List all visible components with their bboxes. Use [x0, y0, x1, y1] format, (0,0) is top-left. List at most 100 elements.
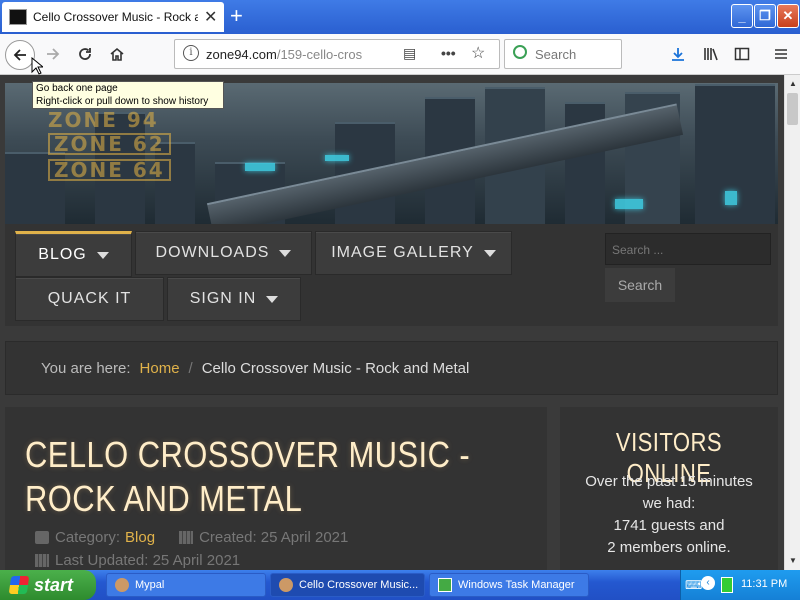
- search-input[interactable]: Search: [504, 39, 622, 69]
- taskbar-item-label: Cello Crossover Music...: [299, 579, 419, 591]
- taskbar-item-mypal[interactable]: Mypal: [106, 573, 266, 597]
- folder-icon: [35, 531, 49, 544]
- chevron-down-icon: [483, 249, 496, 257]
- home-button[interactable]: [103, 40, 131, 68]
- page-content: ZONE 94 ZONE 62 ZONE 64 BLOG DOWNLOADS I…: [0, 75, 784, 570]
- mypal-icon: [279, 578, 293, 592]
- library-button[interactable]: [697, 40, 725, 68]
- title-bar: Cello Crossover Music - Rock and M ✕ + _…: [0, 0, 800, 34]
- hamburger-menu-icon: [775, 49, 787, 59]
- visitors-line-3: 1741 guests and: [613, 517, 725, 534]
- back-arrow-icon: [13, 49, 26, 61]
- clock: 11:31 PM: [741, 578, 788, 590]
- site-search-input[interactable]: Search ...: [605, 233, 771, 265]
- site-info-icon[interactable]: i: [183, 45, 199, 61]
- site-search-button[interactable]: Search: [605, 268, 675, 302]
- back-button-tooltip: Go back one page Right-click or pull dow…: [32, 81, 224, 109]
- site-favicon-icon: [9, 9, 27, 25]
- menu-downloads[interactable]: DOWNLOADS: [135, 231, 312, 275]
- breadcrumb-prefix: You are here:: [41, 359, 131, 377]
- updated-date: Last Updated: 25 April 2021: [55, 552, 241, 569]
- maximize-button[interactable]: ❐: [754, 4, 776, 28]
- forward-button[interactable]: [39, 40, 67, 68]
- menu-sign-in-label: SIGN IN: [189, 290, 257, 307]
- chevron-down-icon: [266, 295, 279, 303]
- taskbar-item-task-manager[interactable]: Windows Task Manager: [429, 573, 589, 597]
- windows-logo-icon: [8, 576, 30, 594]
- main-menu: BLOG DOWNLOADS IMAGE GALLERY QUACK IT SI…: [5, 224, 778, 326]
- browser-tab[interactable]: Cello Crossover Music - Rock and M ✕: [2, 2, 224, 32]
- page-actions-icon[interactable]: •••: [441, 45, 456, 61]
- keyboard-icon[interactable]: ⌨: [685, 578, 702, 592]
- task-manager-tray-icon[interactable]: [721, 577, 733, 593]
- mouse-cursor-icon: [31, 57, 43, 75]
- search-placeholder: Search: [535, 47, 577, 62]
- article-updated: Last Updated: 25 April 2021: [35, 552, 240, 569]
- download-icon: [672, 48, 684, 61]
- calendar-icon: [179, 531, 194, 544]
- visitors-online-module: VISITORS ONLINE Over the past 15 minutes…: [560, 407, 778, 570]
- close-window-button[interactable]: ✕: [777, 4, 799, 28]
- tab-title: Cello Crossover Music - Rock and M: [33, 10, 198, 24]
- menu-image-gallery-label: IMAGE GALLERY: [331, 244, 474, 261]
- start-button[interactable]: start: [0, 570, 96, 600]
- search-icon: [513, 45, 527, 59]
- category-link[interactable]: Blog: [125, 529, 155, 546]
- article-category: Category: Blog Created: 25 April 2021: [35, 529, 348, 546]
- calendar-icon: [35, 554, 49, 567]
- chevron-down-icon: [279, 249, 292, 257]
- breadcrumb-home-link[interactable]: Home: [140, 360, 180, 377]
- breadcrumb-current: Cello Crossover Music - Rock and Metal: [201, 359, 470, 377]
- menu-button[interactable]: [767, 40, 795, 68]
- breadcrumb-separator: /: [188, 359, 193, 377]
- chevron-left-icon[interactable]: ‹: [701, 576, 715, 590]
- visitors-line-2: we had:: [642, 495, 696, 512]
- start-label: start: [34, 574, 74, 595]
- scroll-down-icon[interactable]: ▼: [786, 554, 800, 568]
- menu-downloads-label: DOWNLOADS: [155, 244, 270, 261]
- new-tab-button[interactable]: +: [230, 5, 243, 27]
- reload-icon: [79, 48, 91, 60]
- reader-view-icon[interactable]: ▤: [403, 45, 416, 62]
- visitors-line-1: Over the past 15 minutes: [585, 473, 753, 490]
- url-bar[interactable]: i zone94.com/159-cello-cros ▤ ••• ☆: [174, 39, 500, 69]
- home-icon: [110, 47, 124, 61]
- menu-quack-it-label: QUACK IT: [47, 290, 132, 307]
- chevron-down-icon: [96, 251, 109, 259]
- menu-blog-label: BLOG: [38, 246, 87, 263]
- site-logo[interactable]: ZONE 94 ZONE 62 ZONE 64: [48, 110, 171, 181]
- tooltip-line-1: Go back one page: [36, 83, 118, 94]
- library-icon: [704, 48, 718, 61]
- menu-image-gallery[interactable]: IMAGE GALLERY: [315, 231, 512, 275]
- menu-quack-it[interactable]: QUACK IT: [15, 277, 164, 321]
- taskbar-item-label: Windows Task Manager: [458, 579, 575, 591]
- tooltip-line-2: Right-click or pull down to show history: [36, 96, 209, 107]
- sidebar-icon: [734, 47, 750, 61]
- visitors-line-4: 2 members online.: [607, 539, 731, 556]
- category-label: Category:: [55, 529, 121, 546]
- breadcrumb: You are here: Home / Cello Crossover Mus…: [5, 341, 778, 395]
- forward-arrow-icon: [47, 48, 60, 60]
- created-date: Created: 25 April 2021: [199, 529, 349, 546]
- downloads-button[interactable]: [664, 40, 692, 68]
- reload-button[interactable]: [71, 40, 99, 68]
- task-manager-icon: [438, 578, 452, 592]
- navigation-toolbar: i zone94.com/159-cello-cros ▤ ••• ☆ Sear…: [0, 34, 800, 75]
- menu-sign-in[interactable]: SIGN IN: [167, 277, 301, 321]
- sidebar-button[interactable]: [728, 40, 756, 68]
- tab-close-icon[interactable]: ✕: [204, 7, 217, 27]
- url-text[interactable]: zone94.com/159-cello-cros: [206, 47, 362, 62]
- minimize-button[interactable]: _: [731, 4, 753, 28]
- article: CELLO CROSSOVER MUSIC - ROCK AND METAL C…: [5, 407, 547, 570]
- taskbar: start Mypal Cello Crossover Music... Win…: [0, 570, 800, 600]
- system-tray: ⌨ ‹ 11:31 PM: [680, 570, 800, 600]
- taskbar-item-label: Mypal: [135, 579, 165, 591]
- vertical-scrollbar[interactable]: ▲ ▼: [784, 75, 800, 570]
- page-title: CELLO CROSSOVER MUSIC - ROCK AND METAL: [25, 434, 471, 519]
- visitors-online-text: Over the past 15 minutes we had: 1741 gu…: [560, 471, 778, 559]
- scroll-up-icon[interactable]: ▲: [786, 77, 800, 91]
- scrollbar-thumb[interactable]: [787, 93, 798, 125]
- menu-blog[interactable]: BLOG: [15, 231, 132, 277]
- taskbar-item-browser[interactable]: Cello Crossover Music...: [270, 573, 425, 597]
- bookmark-star-icon[interactable]: ☆: [471, 43, 485, 63]
